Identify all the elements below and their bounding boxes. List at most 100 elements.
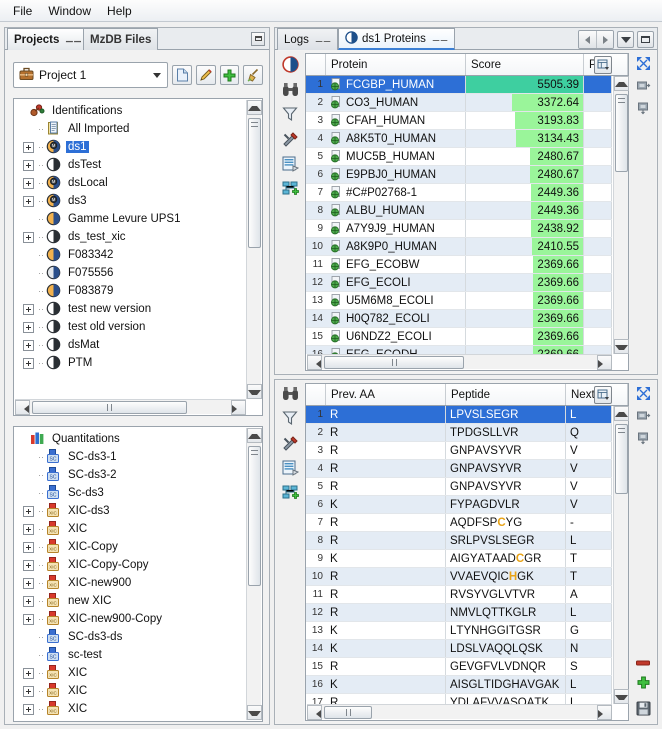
scroll-thumb[interactable] xyxy=(248,118,261,248)
table-row[interactable]: 11 EFG_ECOBW 2369.66 xyxy=(306,256,612,274)
add-network-icon[interactable] xyxy=(282,485,299,504)
expand-arrows-icon[interactable] xyxy=(636,56,651,74)
column-header-score[interactable]: Score xyxy=(466,54,584,75)
expand-icon[interactable] xyxy=(23,357,34,369)
paste-panel-icon[interactable] xyxy=(636,101,651,118)
table-row[interactable]: 14 H0Q782_ECOLI 2369.66 xyxy=(306,310,612,328)
floppy-icon[interactable] xyxy=(636,701,651,719)
scroll-up-icon[interactable] xyxy=(614,406,629,421)
tree-item[interactable]: ·· Mds1 xyxy=(17,138,245,156)
tree-item[interactable]: ·· XIC XIC-new900 xyxy=(17,574,245,592)
tree-item[interactable]: ·· Gamme Levure UPS1 xyxy=(17,210,245,228)
edit-project-button[interactable] xyxy=(195,65,216,85)
peptides-hscrollbar[interactable] xyxy=(307,704,612,720)
column-header-protein[interactable]: Protein xyxy=(326,54,466,75)
table-row[interactable]: 17 R Y D L A F V V A S Q A T K L xyxy=(306,694,612,704)
table-row[interactable]: 10 R V V A E V Q I C H G K T xyxy=(306,568,612,586)
table-row[interactable]: 15 U6NDZ2_ECOLI 2369.66 xyxy=(306,328,612,346)
tab-mzdb-files[interactable]: MzDB Files xyxy=(83,28,159,50)
expand-icon[interactable] xyxy=(23,577,34,589)
table-row[interactable]: 7RAQDFSPCYG- xyxy=(306,514,612,532)
tree-item[interactable]: ·· F083879 xyxy=(17,282,245,300)
tab-list-dropdown[interactable] xyxy=(617,31,634,48)
tree-item[interactable]: ·· SC sc-test xyxy=(17,646,245,664)
filter-icon[interactable] xyxy=(282,410,298,429)
table-row[interactable]: 6 E9PBJ0_HUMAN 2480.67 xyxy=(306,166,612,184)
column-settings-icon[interactable] xyxy=(594,56,612,74)
proteins-hscrollbar[interactable] xyxy=(307,354,612,370)
table-row[interactable]: 13 U5M6M8_ECOLI 2369.66 xyxy=(306,292,612,310)
copy-panel-icon[interactable] xyxy=(636,79,651,96)
proteins-table[interactable]: Protein Score Pep 1 FCGBP_HUMAN 5505.39 2 CO… xyxy=(305,53,629,371)
tree-item[interactable]: ·· SC SC-ds3-ds xyxy=(17,628,245,646)
paste-panel-icon[interactable] xyxy=(636,431,651,448)
expand-icon[interactable] xyxy=(23,195,34,207)
tree-item[interactable]: ·· dsTest xyxy=(17,156,245,174)
project-combo[interactable]: Project 1 xyxy=(13,62,169,88)
table-row[interactable]: 2 CO3_HUMAN 3372.64 xyxy=(306,94,612,112)
tree-item[interactable]: ·· XIC XIC xyxy=(17,682,245,700)
forward-icon[interactable] xyxy=(596,31,613,48)
table-row[interactable]: 1RLPVSLSEGRL xyxy=(306,406,612,424)
scroll-left-icon[interactable] xyxy=(15,400,30,415)
peptides-vscrollbar[interactable] xyxy=(613,406,629,704)
maximize-panel-button[interactable] xyxy=(637,31,654,48)
scroll-thumb[interactable] xyxy=(615,94,628,172)
expand-icon[interactable] xyxy=(23,159,34,171)
scroll-up-icon[interactable] xyxy=(247,100,262,115)
scroll-up-icon[interactable] xyxy=(247,428,262,443)
tree-item[interactable]: ·· SC SC-ds3-2 xyxy=(17,466,245,484)
close-icon[interactable]: ⚊⚊ xyxy=(315,34,331,45)
binoculars-icon[interactable] xyxy=(282,386,299,404)
proteins-vscrollbar[interactable] xyxy=(613,76,629,354)
binoculars-icon[interactable] xyxy=(282,82,299,100)
column-header-peptide[interactable]: Peptide xyxy=(446,384,566,405)
tree-item[interactable]: ·· MdsLocal xyxy=(17,174,245,192)
scroll-thumb[interactable] xyxy=(615,424,628,494)
table-row[interactable]: 3 CFAH_HUMAN 3193.83 xyxy=(306,112,612,130)
tree-item[interactable]: ·· SC Sc-ds3 xyxy=(17,484,245,502)
tree-item[interactable]: ·· test old version xyxy=(17,318,245,336)
table-row[interactable]: 12 R N M V L Q T T K G L R L xyxy=(306,604,612,622)
identifications-hscrollbar[interactable] xyxy=(15,399,246,415)
tools-icon[interactable] xyxy=(282,435,299,454)
expand-icon[interactable] xyxy=(23,523,34,535)
expand-icon[interactable] xyxy=(23,505,34,517)
table-row[interactable]: 2RTPDGSLLVRQ xyxy=(306,424,612,442)
export-table-icon[interactable] xyxy=(282,460,299,479)
tools-icon[interactable] xyxy=(282,131,299,150)
scroll-right-icon[interactable] xyxy=(597,355,612,370)
tree-item[interactable]: ·· XIC XIC xyxy=(17,664,245,682)
scroll-thumb[interactable] xyxy=(248,446,261,586)
table-row[interactable]: 1 FCGBP_HUMAN 5505.39 xyxy=(306,76,612,94)
expand-icon[interactable] xyxy=(23,303,34,315)
menu-window[interactable]: Window xyxy=(40,2,99,20)
expand-icon[interactable] xyxy=(23,141,34,153)
table-row[interactable]: 9KAIGYATAADCGRT xyxy=(306,550,612,568)
add-project-button[interactable] xyxy=(219,65,240,85)
close-icon[interactable]: ⚊⚊ xyxy=(432,33,448,44)
scroll-right-icon[interactable] xyxy=(597,705,612,720)
table-row[interactable]: 4RGNPAVSYVRV xyxy=(306,460,612,478)
quantitations-vscrollbar[interactable] xyxy=(246,428,262,720)
new-project-button[interactable] xyxy=(172,65,192,85)
tree-item[interactable]: ·· dsMat xyxy=(17,336,245,354)
tree-item[interactable]: ·· ds_test_xic xyxy=(17,228,245,246)
clean-project-button[interactable] xyxy=(243,65,263,85)
tree-root[interactable]: Identifications xyxy=(17,102,245,120)
tree-item[interactable]: ·· F075556 xyxy=(17,264,245,282)
tree-item[interactable]: ·· Mds3 xyxy=(17,192,245,210)
table-row[interactable]: 9 A7Y9J9_HUMAN 2438.92 xyxy=(306,220,612,238)
minus-icon[interactable] xyxy=(636,657,650,669)
column-settings-icon[interactable] xyxy=(594,386,612,404)
menu-help[interactable]: Help xyxy=(99,2,140,20)
scroll-down-icon[interactable] xyxy=(247,705,262,720)
expand-icon[interactable] xyxy=(23,667,34,679)
tree-item[interactable]: ·· XIC XIC xyxy=(17,520,245,538)
tree-item[interactable]: ·· XIC XIC xyxy=(17,700,245,718)
table-row[interactable]: 13 K L T Y N H G G I T G S R G xyxy=(306,622,612,640)
dataset-icon[interactable] xyxy=(281,56,299,76)
column-header-prev-aa[interactable]: Prev. AA xyxy=(326,384,446,405)
table-row[interactable]: 11 R R V S Y V G L V T V R A xyxy=(306,586,612,604)
expand-icon[interactable] xyxy=(23,595,34,607)
